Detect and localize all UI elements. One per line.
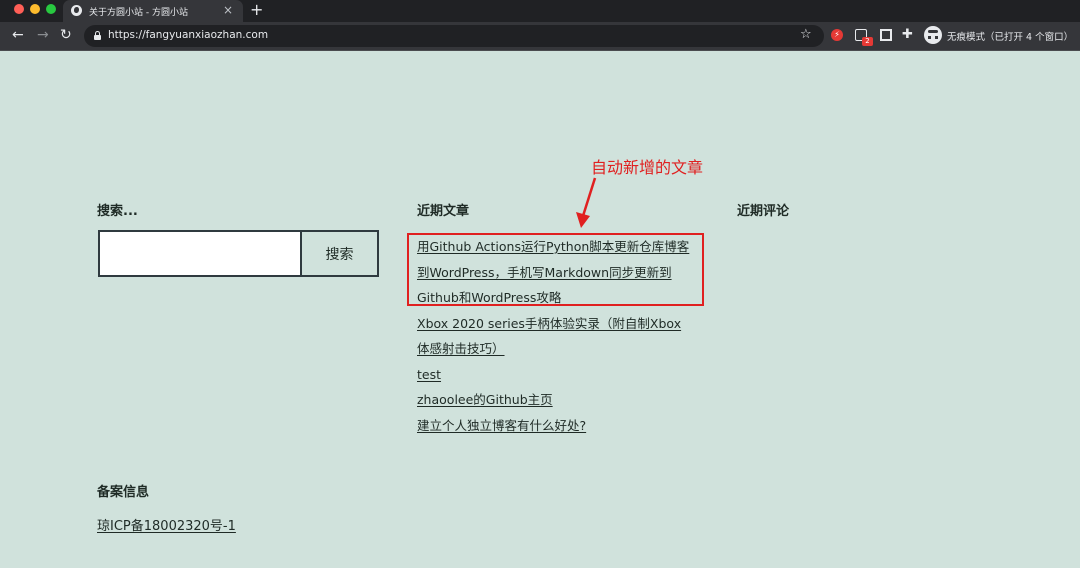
- extension-bolt-icon[interactable]: ⚡: [831, 29, 843, 41]
- forward-button[interactable]: →: [37, 27, 49, 43]
- list-item: 建立个人独立博客有什么好处?: [417, 413, 717, 439]
- search-input[interactable]: [98, 230, 302, 277]
- globe-icon: [71, 5, 82, 16]
- post-link-test[interactable]: test: [417, 362, 717, 388]
- recent-comments-title: 近期评论: [737, 204, 790, 219]
- window-maximize-button[interactable]: [46, 4, 56, 14]
- window-minimize-button[interactable]: [30, 4, 40, 14]
- post-link-personal-blog[interactable]: 建立个人独立博客有什么好处?: [417, 413, 717, 439]
- search-widget-title: 搜索...: [97, 204, 138, 219]
- post-link-github-home[interactable]: zhaoolee的Github主页: [417, 387, 717, 413]
- list-item: Xbox 2020 series手柄体验实录（附自制Xbox: [417, 311, 717, 337]
- annotation-arrow-icon: [576, 177, 597, 228]
- back-button[interactable]: ←: [12, 27, 24, 43]
- footer-title: 备案信息: [97, 485, 150, 500]
- list-item: test: [417, 362, 717, 388]
- new-tab-button[interactable]: +: [250, 2, 263, 18]
- active-tab[interactable]: 关于方圆小站 - 方圆小站 ×: [63, 0, 243, 22]
- lock-icon[interactable]: [94, 31, 101, 40]
- bookmark-star-icon[interactable]: ☆: [800, 27, 812, 43]
- incognito-label[interactable]: 无痕模式（已打开 4 个窗口）: [947, 29, 1073, 43]
- window-close-button[interactable]: [14, 4, 24, 14]
- tab-title: 关于方圆小站 - 方圆小站: [89, 8, 188, 18]
- extension-square-icon[interactable]: [880, 29, 892, 41]
- highlight-box: [407, 233, 704, 306]
- search-button[interactable]: 搜索: [300, 230, 379, 277]
- post-link-xbox-2[interactable]: 体感射击技巧）: [417, 336, 717, 362]
- post-link-xbox-1[interactable]: Xbox 2020 series手柄体验实录（附自制Xbox: [417, 311, 717, 337]
- url-text[interactable]: https://fangyuanxiaozhan.com: [108, 29, 268, 41]
- extensions-puzzle-icon[interactable]: ✚: [902, 27, 913, 43]
- tab-close-icon[interactable]: ×: [223, 4, 233, 16]
- toolbar-divider: [0, 50, 1080, 51]
- extension-badge: 2: [862, 37, 873, 46]
- recent-posts-title: 近期文章: [417, 204, 470, 219]
- address-bar[interactable]: https://fangyuanxiaozhan.com ☆: [84, 25, 824, 47]
- list-item: 体感射击技巧）: [417, 336, 717, 362]
- browser-toolbar: ← → ↻ https://fangyuanxiaozhan.com ☆ ⚡ 2…: [0, 22, 1080, 50]
- annotation-label: 自动新增的文章: [591, 158, 704, 177]
- list-item: zhaoolee的Github主页: [417, 387, 717, 413]
- reload-button[interactable]: ↻: [60, 27, 72, 43]
- icp-link[interactable]: 琼ICP备18002320号-1: [97, 515, 236, 534]
- tab-strip: 关于方圆小站 - 方圆小站 × +: [0, 0, 1080, 22]
- incognito-icon[interactable]: [924, 26, 942, 44]
